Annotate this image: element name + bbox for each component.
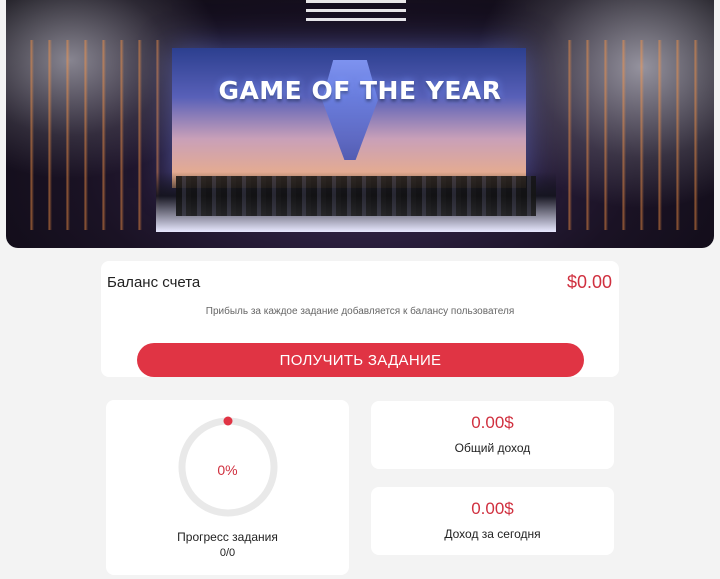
today-income-card: 0.00$ Доход за сегодня bbox=[371, 487, 614, 555]
progress-label: Прогресс задания bbox=[177, 530, 278, 544]
stage-lights-right bbox=[554, 40, 704, 230]
banner-title: GAME OF THE YEAR bbox=[218, 76, 502, 105]
ceiling-lights bbox=[306, 0, 406, 22]
today-income-label: Доход за сегодня bbox=[444, 527, 541, 541]
trophy-icon bbox=[322, 60, 378, 160]
progress-percent: 0% bbox=[217, 462, 238, 478]
balance-note: Прибыль за каждое задание добавляется к … bbox=[205, 306, 515, 317]
progress-count: 0/0 bbox=[219, 547, 236, 559]
get-task-button[interactable]: ПОЛУЧИТЬ ЗАДАНИЕ bbox=[137, 343, 584, 377]
hero-banner: GAME OF THE YEAR bbox=[6, 0, 714, 248]
balance-label: Баланс счета bbox=[107, 274, 201, 291]
total-income-label: Общий доход bbox=[454, 441, 531, 455]
balance-value: $0.00 bbox=[566, 272, 612, 292]
total-income-card: 0.00$ Общий доход bbox=[371, 401, 614, 469]
today-income-value: 0.00$ bbox=[471, 499, 514, 518]
balance-card: Баланс счета $0.00 Прибыль за каждое зад… bbox=[101, 261, 619, 377]
stage-screen bbox=[172, 48, 526, 188]
orchestra bbox=[176, 176, 536, 216]
stage-lights-left bbox=[16, 40, 166, 230]
progress-ring-marker bbox=[223, 416, 233, 426]
total-income-value: 0.00$ bbox=[471, 413, 514, 432]
task-progress-card: 0% Прогресс задания 0/0 bbox=[106, 400, 349, 575]
